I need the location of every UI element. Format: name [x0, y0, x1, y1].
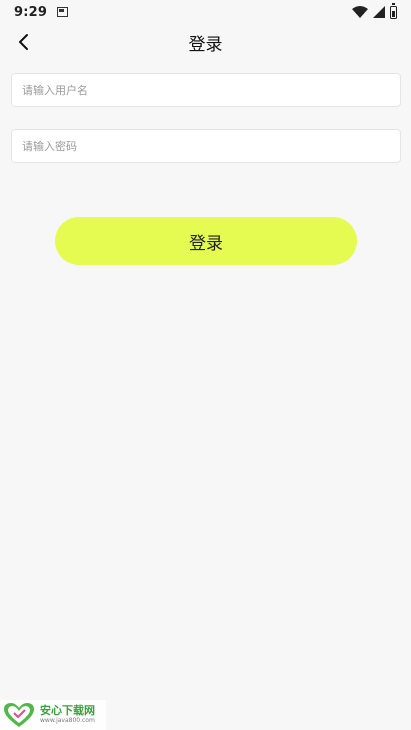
heart-logo-icon: [4, 703, 34, 727]
battery-icon: [390, 2, 397, 19]
status-bar: 9:29: [0, 0, 411, 24]
watermark: 安心下载网 www.java800.com: [0, 700, 106, 730]
username-input[interactable]: [22, 83, 390, 97]
notification-icon: [57, 7, 69, 17]
password-field[interactable]: [11, 129, 401, 163]
page-title: 登录: [188, 35, 223, 55]
status-icons: [352, 2, 397, 19]
cell-signal-icon: [373, 6, 385, 18]
username-field[interactable]: [11, 73, 401, 107]
login-button[interactable]: 登录: [55, 217, 357, 265]
wifi-icon: [352, 6, 368, 18]
status-time: 9:29: [14, 4, 48, 20]
login-screen: 9:29 登录 登录 安: [0, 0, 411, 730]
watermark-title: 安心下载网: [40, 704, 95, 717]
watermark-url: www.java800.com: [40, 717, 95, 724]
watermark-text: 安心下载网 www.java800.com: [40, 705, 95, 725]
password-input[interactable]: [22, 139, 390, 153]
app-header: 登录: [0, 26, 411, 58]
